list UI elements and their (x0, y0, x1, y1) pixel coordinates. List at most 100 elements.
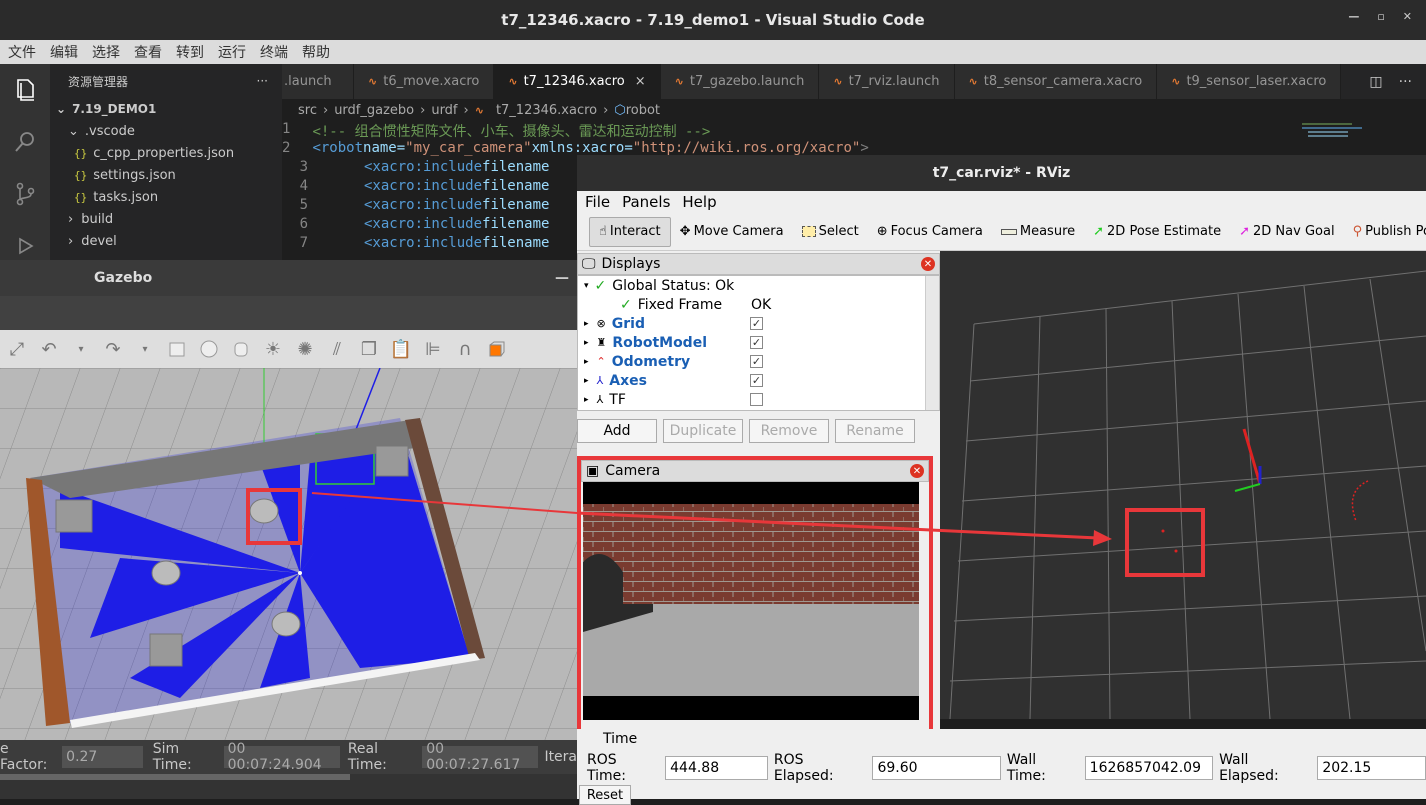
xml-file-icon: ∿ (474, 103, 484, 117)
paste-icon[interactable]: 📋 (388, 336, 414, 362)
nav-goal-tool[interactable]: ➚ 2D Nav Goal (1230, 217, 1343, 247)
global-status-row[interactable]: ▾ ✓ Global Status: Ok (578, 276, 939, 295)
cylinder-shape-icon[interactable] (228, 336, 254, 362)
fullscreen-icon[interactable]: ⤢ (4, 336, 30, 362)
folder-vscode[interactable]: ⌄ .vscode (50, 120, 282, 142)
odometry-checkbox[interactable]: ✓ (750, 355, 763, 368)
tab-launch[interactable]: .launch (282, 64, 354, 99)
rviz-3d-view[interactable] (940, 251, 1426, 719)
add-button[interactable]: Add (577, 419, 657, 443)
publish-point-tool[interactable]: ⚲Publish Point (1344, 217, 1426, 247)
tab-t7-gazebo[interactable]: ∿ t7_gazebo.launch (660, 64, 820, 99)
display-axes[interactable]: ▸ ⅄ Axes ✓ (578, 371, 939, 390)
menu-go[interactable]: 转到 (176, 42, 204, 62)
chevron-down-icon[interactable]: ▾ (68, 336, 94, 362)
view-angle-icon[interactable] (484, 336, 510, 362)
menu-help[interactable]: 帮助 (302, 42, 330, 62)
menu-file[interactable]: File (585, 193, 610, 211)
close-icon[interactable]: ✕ (1403, 10, 1412, 23)
file-tasks[interactable]: {} tasks.json (50, 186, 282, 208)
close-icon[interactable]: ✕ (910, 464, 924, 478)
ros-time-field[interactable]: 444.88 (665, 756, 768, 780)
code-editor[interactable]: 1 <!-- 组合惯性矩阵文件、小车、摄像头、雷达和运动控制 --> 2 <robo… (282, 121, 869, 260)
interact-tool[interactable]: ☝ Interact (589, 216, 671, 247)
menu-edit[interactable]: 编辑 (50, 42, 78, 62)
menu-file[interactable]: 文件 (8, 42, 36, 62)
minimize-icon[interactable]: — (1348, 10, 1359, 23)
more-actions-icon[interactable]: ··· (257, 74, 268, 88)
box-shape-icon[interactable] (164, 336, 190, 362)
axes-checkbox[interactable]: ✓ (750, 374, 763, 387)
rename-button[interactable]: Rename (835, 419, 915, 443)
align-icon[interactable]: ⊫ (420, 336, 446, 362)
wall-time-label: Wall Time: (1006, 752, 1046, 784)
menu-run[interactable]: 运行 (218, 42, 246, 62)
move-camera-tool[interactable]: ✥ Move Camera (671, 217, 793, 247)
minimap[interactable] (1300, 121, 1380, 151)
remove-button[interactable]: Remove (749, 419, 829, 443)
tab-t8-sensor-camera[interactable]: ∿ t8_sensor_camera.xacro (954, 64, 1158, 99)
spot-light-icon[interactable]: ✺ (292, 336, 318, 362)
breadcrumb-robot[interactable]: ⬡robot (614, 103, 660, 118)
gazebo-3d-scene[interactable] (0, 368, 577, 740)
point-light-icon[interactable]: ☀ (260, 336, 286, 362)
tab-t7-rviz[interactable]: ∿ t7_rviz.launch (819, 64, 955, 99)
focus-camera-tool[interactable]: ⊕ Focus Camera (868, 217, 992, 247)
redo-icon[interactable]: ↷ (100, 336, 126, 362)
ros-elapsed-field[interactable]: 69.60 (872, 756, 1001, 780)
scrollbar[interactable] (925, 276, 939, 410)
file-settings[interactable]: {} settings.json (50, 164, 282, 186)
breadcrumb-urdf[interactable]: urdf (431, 103, 457, 118)
snap-icon[interactable]: ∩ (452, 336, 478, 362)
measure-tool[interactable]: Measure (992, 217, 1084, 247)
undo-icon[interactable]: ↶ (36, 336, 62, 362)
tab-t6-move[interactable]: ∿ t6_move.xacro (354, 64, 495, 99)
grid-checkbox[interactable]: ✓ (750, 317, 763, 330)
close-tab-icon[interactable]: × (635, 74, 646, 89)
select-tool[interactable]: Select (793, 217, 868, 247)
ros-time-label: ROS Time: (587, 752, 626, 784)
menu-panels[interactable]: Panels (622, 193, 670, 211)
minimize-icon[interactable]: — (555, 270, 569, 286)
breadcrumb-src[interactable]: src (298, 103, 317, 118)
scrollbar[interactable] (0, 774, 350, 780)
copy-icon[interactable]: ❐ (356, 336, 382, 362)
folder-devel[interactable]: › devel (50, 230, 282, 252)
chevron-down-icon[interactable]: ▾ (132, 336, 158, 362)
source-control-icon[interactable] (0, 168, 50, 220)
split-editor-icon[interactable]: ◫ (1369, 74, 1382, 90)
reset-button[interactable]: Reset (579, 785, 631, 805)
breadcrumb-urdf-gazebo[interactable]: urdf_gazebo (334, 103, 414, 118)
folder-build[interactable]: › build (50, 208, 282, 230)
more-actions-icon[interactable]: ··· (1399, 74, 1412, 90)
grid-icon: ⊗ (596, 317, 606, 330)
duplicate-button[interactable]: Duplicate (663, 419, 743, 443)
pose-estimate-tool[interactable]: ➚ 2D Pose Estimate (1084, 217, 1230, 247)
directional-light-icon[interactable]: ⫽ (324, 336, 350, 362)
display-grid[interactable]: ▸ ⊗ Grid ✓ (578, 314, 939, 333)
display-robotmodel[interactable]: ▸ ♜ RobotModel ✓ (578, 333, 939, 352)
maximize-icon[interactable]: ▫ (1377, 10, 1384, 23)
robotmodel-checkbox[interactable]: ✓ (750, 336, 763, 349)
menu-terminal[interactable]: 终端 (260, 42, 288, 62)
explorer-icon[interactable] (0, 64, 50, 116)
sphere-shape-icon[interactable] (196, 336, 222, 362)
fixed-frame-row[interactable]: ✓ Fixed Frame OK (578, 295, 939, 314)
tf-checkbox[interactable] (750, 393, 763, 406)
wall-elapsed-field[interactable]: 202.15 (1317, 756, 1426, 780)
menu-selection[interactable]: 选择 (92, 42, 120, 62)
tab-t9-sensor-laser[interactable]: ∿ t9_sensor_laser.xacro (1157, 64, 1342, 99)
hand-icon: ☝ (599, 224, 607, 239)
search-icon[interactable] (0, 116, 50, 168)
displays-tree: ▾ ✓ Global Status: Ok ✓ Fixed Frame OK ▸ ⊗ Gri… (577, 275, 940, 411)
breadcrumb-file[interactable]: t7_12346.xacro (496, 103, 597, 118)
workspace-root[interactable]: ⌄ 7.19_DEMO1 (50, 98, 282, 120)
close-icon[interactable]: ✕ (921, 257, 935, 271)
menu-view[interactable]: 查看 (134, 42, 162, 62)
display-odometry[interactable]: ▸ ⌃ Odometry ✓ (578, 352, 939, 371)
menu-help[interactable]: Help (682, 193, 716, 211)
display-tf[interactable]: ▸ ⅄ TF (578, 390, 939, 409)
wall-time-field[interactable]: 1626857042.09 (1084, 756, 1214, 780)
file-c-cpp-properties[interactable]: {} c_cpp_properties.json (50, 142, 282, 164)
tab-t7-12346[interactable]: ∿ t7_12346.xacro × (494, 64, 661, 99)
